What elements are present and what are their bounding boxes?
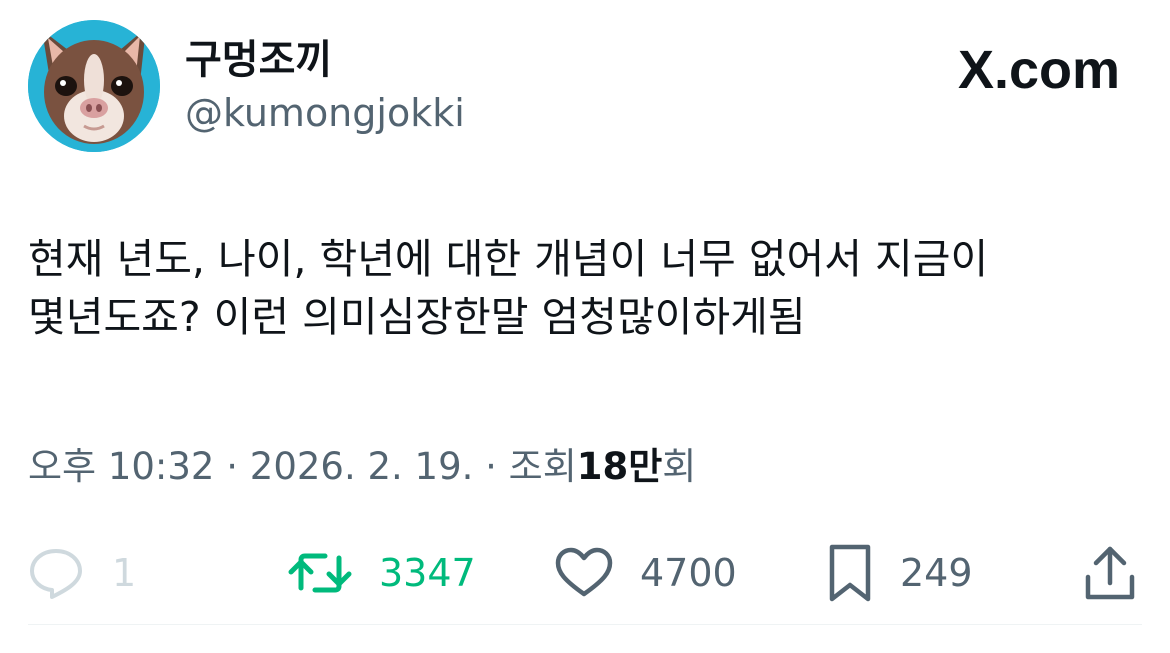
- tweet-actions: 1 3347 4700 249: [0, 538, 1170, 608]
- bookmark-button[interactable]: 249: [826, 538, 973, 608]
- views-suffix: 회: [662, 445, 697, 488]
- views-count: 18만: [576, 445, 663, 488]
- author-display-name[interactable]: 구멍조끼: [185, 36, 332, 84]
- reply-count: 1: [112, 551, 137, 595]
- author-handle[interactable]: @kumongjokki: [185, 90, 465, 136]
- meta-separator: ·: [226, 445, 239, 488]
- brand-logo: X.com: [958, 38, 1120, 102]
- brand-text: X.com: [957, 40, 1120, 100]
- tweet-date[interactable]: 2026. 2. 19.: [250, 445, 474, 488]
- avatar[interactable]: [28, 20, 160, 152]
- meta-separator: ·: [485, 445, 497, 488]
- bookmark-count: 249: [900, 551, 973, 595]
- share-button[interactable]: [1082, 538, 1138, 608]
- heart-icon: [555, 547, 613, 597]
- share-icon: [1085, 546, 1135, 600]
- tweet-line: 몇년도죠? 이런 의미심장한말 엄청많이하게됨: [28, 293, 806, 341]
- retweet-icon: [288, 553, 352, 593]
- chihuahua-avatar-image: [28, 20, 160, 152]
- reply-button[interactable]: 1: [26, 538, 136, 608]
- like-count: 4700: [640, 551, 737, 595]
- tweet-text: 현재 년도, 나이, 학년에 대한 개념이 너무 없어서 지금이 몇년도죠? 이…: [28, 230, 1148, 346]
- retweet-button[interactable]: 3347: [287, 538, 476, 608]
- tweet-line: 현재 년도, 나이, 학년에 대한 개념이 너무 없어서 지금이: [28, 235, 989, 283]
- bookmark-icon: [829, 544, 871, 602]
- retweet-count: 3347: [379, 551, 476, 595]
- reply-icon: [30, 549, 82, 599]
- like-button[interactable]: 4700: [554, 538, 737, 608]
- divider: [28, 624, 1142, 625]
- tweet-meta: 오후 10:32 · 2026. 2. 19. · 조회18만회: [28, 440, 696, 494]
- tweet-time[interactable]: 오후 10:32: [28, 445, 214, 488]
- views-label: 조회: [508, 445, 577, 488]
